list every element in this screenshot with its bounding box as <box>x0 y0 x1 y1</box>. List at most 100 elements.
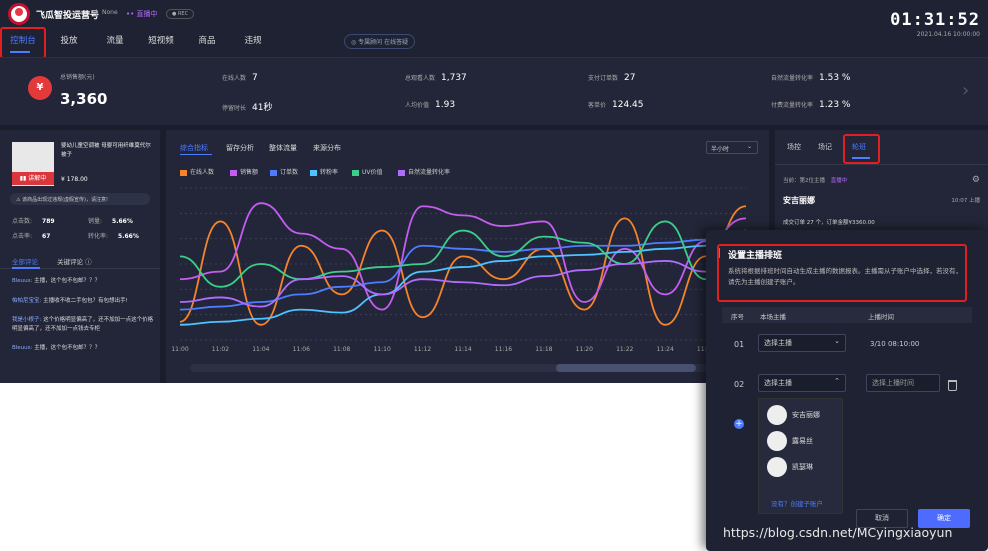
start-time-value: 3/10 08:10:00 <box>870 340 920 348</box>
x-tick-label: 11:16 <box>495 346 512 353</box>
x-tick-label: 11:06 <box>293 346 310 353</box>
explaining-tag: ▮▮ 讲解中 <box>12 172 54 185</box>
col-host: 本场主播 <box>760 313 786 321</box>
x-tick-label: 11:20 <box>576 346 593 353</box>
product-title[interactable]: 婴幼儿童空调被 母婴可用纤维莫代尔被子 <box>61 142 153 160</box>
stat-sales: 销量: 5.66% <box>88 216 133 225</box>
start-time-input[interactable]: 选择上播时间 <box>866 374 940 392</box>
comment-item: Bleuus: 主播，这个包不包邮？？？ <box>12 344 154 353</box>
metric-label: 在线人数 <box>222 75 247 82</box>
trash-icon[interactable] <box>948 380 957 391</box>
highlight-box <box>0 27 46 59</box>
comment-user[interactable]: Bleuus: <box>12 278 32 284</box>
top-bar: 飞瓜智投运营号 | None •• 直播中 ● REC 01:31:52 202… <box>0 0 988 59</box>
line-chart: 11:00 11:02 11:04 11:06 11:08 11:10 11:12 11:14… <box>171 187 755 372</box>
tab-traffic[interactable]: 流量 <box>92 28 138 54</box>
gear-icon[interactable]: ⚙ <box>972 175 980 185</box>
metric-value: 7 <box>252 73 258 83</box>
tab-field-control[interactable]: 场控 <box>787 142 801 152</box>
series-line[interactable] <box>179 220 747 288</box>
advisor-banner-text: 专属顾问 在线答疑 <box>358 39 409 46</box>
tab-ads[interactable]: 投放 <box>46 28 92 54</box>
metric-stay: 停留时长 41秒 <box>222 100 272 113</box>
tab-products[interactable]: 商品 <box>184 28 230 54</box>
order-summary: 成交订单 27 个，订单金额¥3360.00 <box>783 220 875 226</box>
metric-label: 停留时长 <box>222 105 247 112</box>
host-select[interactable]: 选择主播 ⌃ <box>758 374 846 392</box>
metric-label: 支付订单数 <box>588 75 619 82</box>
metric-value: 1.53 % <box>819 73 851 83</box>
host-option-name: 安吉丽娜 <box>792 411 820 419</box>
comment-item: 我是小根子: 这个价格明显偏高了，还不加加一点这个价格明显偏高了，还不加加一点钱… <box>12 316 154 334</box>
stat-clicks: 点击数: 789 <box>12 216 55 225</box>
comment-user[interactable]: 帕帕尼宝宝: <box>12 298 41 304</box>
x-tick-label: 11:00 <box>171 346 188 353</box>
series-line[interactable] <box>179 232 747 311</box>
metric-label: 自然流量转化率 <box>771 75 814 82</box>
comment-user[interactable]: Bleuus: <box>12 345 32 351</box>
comment-text: 主播，这个包不包邮？？？ <box>34 345 101 351</box>
tab-key-comments-label: 关键评论 <box>57 258 83 266</box>
tab-violations[interactable]: 违规 <box>230 28 276 54</box>
tab-short-video[interactable]: 短视频 <box>138 28 184 54</box>
stat-conversion: 转化率: 5.66% <box>88 231 139 240</box>
x-tick-label: 11:22 <box>616 346 633 353</box>
highlight-box <box>717 244 967 302</box>
chart-panel: 综合指标 留存分析 整体流量 来源分布 半小时 ⌄ 在线人数 销售额 订单数 转粉… <box>166 130 769 383</box>
x-tick-label: 11:12 <box>414 346 431 353</box>
comment-user[interactable]: 我是小根子: <box>12 317 41 323</box>
metric-label: 付费流量转化率 <box>771 102 814 109</box>
col-index: 序号 <box>731 313 744 321</box>
active-tab-indicator <box>12 267 40 269</box>
violation-warning-text: 该商品出现过违规(虚假宣传)，请注意! <box>22 197 108 203</box>
host-select-value: 选择主播 <box>764 339 792 347</box>
metric-paid-conv: 付费流量转化率 1.23 % <box>771 100 850 110</box>
metric-per-capita: 人均价值 1.93 <box>405 100 455 110</box>
tab-field-notes[interactable]: 场记 <box>818 142 832 152</box>
tab-key-comments[interactable]: 关键评论 ⓘ <box>57 256 92 266</box>
kpi-strip: ¥ 总销售额(元) 3,360 在线人数 7 总观看人数 1,737 支付订单数 27… <box>0 57 988 125</box>
stat-value: 5.66% <box>112 218 133 225</box>
advisor-banner[interactable]: ◎ 专属顾问 在线答疑 <box>344 34 416 49</box>
metric-label: 客单价 <box>588 102 607 109</box>
metric-orders: 支付订单数 27 <box>588 73 635 83</box>
metric-label: 总观看人数 <box>405 75 436 82</box>
metric-aov: 客单价 124.45 <box>588 100 644 110</box>
host-option-name: 露易丝 <box>792 437 813 445</box>
metric-value: 1.93 <box>435 100 456 110</box>
x-tick-label: 11:08 <box>333 346 350 353</box>
stat-label: 转化率: <box>88 233 109 240</box>
host-select[interactable]: 选择主播 ⌄ <box>758 334 846 352</box>
metric-natural-conv: 自然流量转化率 1.53 % <box>771 73 850 83</box>
host-option-name: 凯瑟琳 <box>792 463 813 471</box>
row-index: 01 <box>734 340 745 349</box>
create-account-link[interactable]: 没有？创建子账户 <box>771 498 823 508</box>
current-host-text: 当前：第2位主播 <box>783 178 825 184</box>
host-option[interactable]: 安吉丽娜 <box>767 405 842 425</box>
metric-value: 1.23 % <box>819 100 851 110</box>
add-row-icon[interactable]: + <box>734 419 744 429</box>
zoom-handle[interactable] <box>556 364 696 372</box>
x-tick-label: 11:04 <box>252 346 269 353</box>
host-option[interactable]: 露易丝 <box>767 431 842 451</box>
avatar <box>767 405 787 425</box>
x-tick-label: 11:24 <box>656 346 673 353</box>
x-tick-label: 11:14 <box>454 346 471 353</box>
clock: 01:31:52 <box>890 10 980 30</box>
tab-all-comments[interactable]: 全部评论 <box>12 256 38 266</box>
comment-text: 主播收不收二手包包？有包想出手! <box>43 298 128 304</box>
row-index: 02 <box>734 380 745 389</box>
metric-online: 在线人数 7 <box>222 73 258 83</box>
chevron-down-icon: ⌃ <box>834 377 840 385</box>
live-badge: 直播中 <box>830 178 848 184</box>
chevron-right-icon[interactable]: › <box>962 80 969 101</box>
metric-label: 人均价值 <box>405 102 430 109</box>
series-line[interactable] <box>179 247 747 308</box>
x-tick-label: 11:18 <box>535 346 552 353</box>
clock-date: 2021.04.16 10:00:00 <box>916 31 980 38</box>
sales-label: 总销售额(元) <box>60 74 95 81</box>
product-panel: ▮▮ 讲解中 婴幼儿童空调被 母婴可用纤维莫代尔被子 ¥ 178.00 ⚠ 该商… <box>0 130 160 383</box>
explaining-tag-text: 讲解中 <box>28 175 47 182</box>
comment-text: 主播，这个包不包邮？？？ <box>34 278 101 284</box>
host-option[interactable]: 凯瑟琳 <box>767 457 842 477</box>
